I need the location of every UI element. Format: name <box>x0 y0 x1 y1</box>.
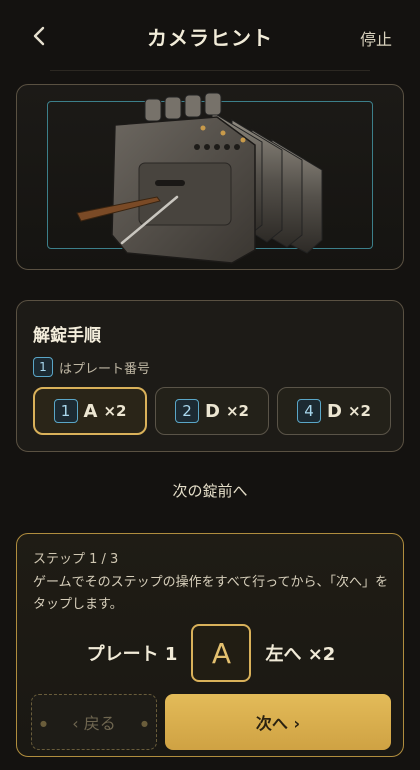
plate-number-badge: 2 <box>175 399 200 423</box>
procedure-steps: 1 A ×2 2 D ×2 4 D ×2 <box>33 387 391 435</box>
instruction-plate: プレート 1 <box>86 644 178 665</box>
camera-preview <box>16 84 404 270</box>
step-letter: A <box>83 400 98 422</box>
unlock-procedure-card: 解錠手順 1 はプレート番号 1 A ×2 2 D ×2 4 D ×2 <box>16 300 404 452</box>
instruction-letter: A <box>191 624 252 682</box>
back-button[interactable]: ● ‹ 戻る ● <box>31 694 157 750</box>
dot-icon: ● <box>40 719 47 728</box>
dot-icon: ● <box>141 719 148 728</box>
step-count: ×2 <box>347 402 371 420</box>
step-letter: D <box>327 400 342 422</box>
step-count: ×2 <box>103 402 127 420</box>
step-description: ゲームでそのステップの操作をすべて行ってから、「次へ」をタップします。 <box>33 575 389 612</box>
lock-mechanism-image <box>76 92 323 264</box>
page-title: カメラヒント <box>147 25 273 50</box>
step-chip-2[interactable]: 2 D ×2 <box>155 387 269 435</box>
stop-button[interactable]: 停止 <box>360 26 392 50</box>
procedure-title: 解錠手順 <box>33 326 101 346</box>
plate-number-badge: 4 <box>297 399 322 423</box>
next-button[interactable]: 次へ › <box>165 694 391 750</box>
step-letter: D <box>205 400 220 422</box>
step-counter: ステップ 1 / 3 <box>33 552 119 567</box>
plate-number-badge: 1 <box>53 399 78 423</box>
back-button-label: ‹ 戻る <box>72 714 116 733</box>
chevron-left-icon[interactable] <box>28 24 52 48</box>
instruction-direction: 左へ ×2 <box>265 644 336 665</box>
plate-number-badge: 1 <box>33 357 53 377</box>
app-header: カメラヒント 停止 <box>0 0 420 72</box>
step-chip-3[interactable]: 4 D ×2 <box>277 387 391 435</box>
header-divider <box>50 70 370 71</box>
plate-number-hint: 1 はプレート番号 <box>33 357 150 377</box>
step-instruction: プレート 1 A 左へ ×2 <box>17 624 405 682</box>
step-count: ×2 <box>225 402 249 420</box>
hint-text: はプレート番号 <box>59 361 151 377</box>
next-lock-link[interactable]: 次の錠前へ <box>0 480 420 501</box>
step-panel: ステップ 1 / 3 ゲームでそのステップの操作をすべて行ってから、「次へ」をタ… <box>16 533 404 757</box>
step-chip-1[interactable]: 1 A ×2 <box>33 387 147 435</box>
